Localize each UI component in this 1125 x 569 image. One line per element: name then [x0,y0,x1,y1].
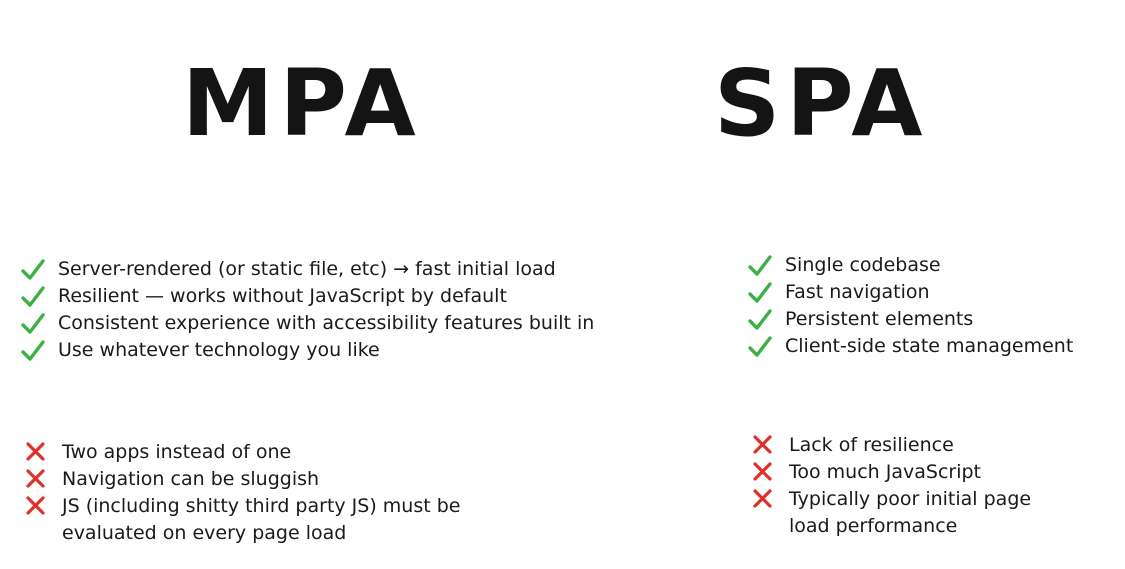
spa-con-text: Lack of resilience [789,434,954,456]
spa-pros-list: Single codebase Fast navigation Persiste… [747,252,1073,360]
cross-icon [751,432,779,459]
spa-pro-item: Single codebase [747,252,1073,279]
mpa-con-item: JS (including shitty third party JS) mus… [24,493,542,547]
spa-cons-list: Lack of resilience Too much JavaScript T… [751,432,1049,540]
spa-con-text: Too much JavaScript [789,461,981,483]
spa-pro-text: Fast navigation [785,281,930,303]
mpa-con-text: Navigation can be sluggish [62,468,320,490]
spa-pro-item: Fast navigation [747,279,1073,306]
spa-pro-text: Client-side state management [785,335,1074,357]
check-icon [747,333,775,360]
mpa-pro-text: Server-rendered (or static file, etc) → … [58,258,556,280]
mpa-title: MPA [182,50,422,157]
mpa-con-item: Two apps instead of one [24,439,542,466]
mpa-con-item: Navigation can be sluggish [24,466,542,493]
cross-icon [24,439,52,466]
check-icon [747,279,775,306]
check-icon [20,283,48,310]
cross-icon [24,493,52,520]
mpa-pro-item: Server-rendered (or static file, etc) → … [20,256,594,283]
check-icon [747,306,775,333]
cross-icon [751,459,779,486]
spa-con-item: Typically poor initial page load perform… [751,486,1049,540]
mpa-pros-list: Server-rendered (or static file, etc) → … [20,256,594,364]
spa-pro-text: Persistent elements [785,308,974,330]
mpa-pro-item: Use whatever technology you like [20,337,594,364]
spa-con-item: Lack of resilience [751,432,1049,459]
mpa-pro-text: Resilient — works without JavaScript by … [58,285,507,307]
check-icon [747,252,775,279]
check-icon [20,337,48,364]
spa-pro-item: Persistent elements [747,306,1073,333]
mpa-column: MPA Server-rendered (or static file, etc… [0,0,680,569]
mpa-pro-text: Consistent experience with accessibility… [58,312,595,334]
spa-con-item: Too much JavaScript [751,459,1049,486]
mpa-cons-list: Two apps instead of one Navigation can b… [24,439,542,547]
spa-title: SPA [714,50,929,157]
mpa-con-text: Two apps instead of one [62,441,292,463]
spa-column: SPA Single codebase Fast navigation Pers… [700,0,1125,569]
mpa-con-text: JS (including shitty third party JS) mus… [62,495,461,544]
mpa-pro-item: Resilient — works without JavaScript by … [20,283,594,310]
check-icon [20,310,48,337]
cross-icon [751,486,779,513]
spa-con-text: Typically poor initial page load perform… [789,488,1032,537]
check-icon [20,256,48,283]
mpa-pro-text: Use whatever technology you like [58,339,380,361]
mpa-pro-item: Consistent experience with accessibility… [20,310,594,337]
spa-pro-text: Single codebase [785,254,941,276]
cross-icon [24,466,52,493]
spa-pro-item: Client-side state management [747,333,1073,360]
